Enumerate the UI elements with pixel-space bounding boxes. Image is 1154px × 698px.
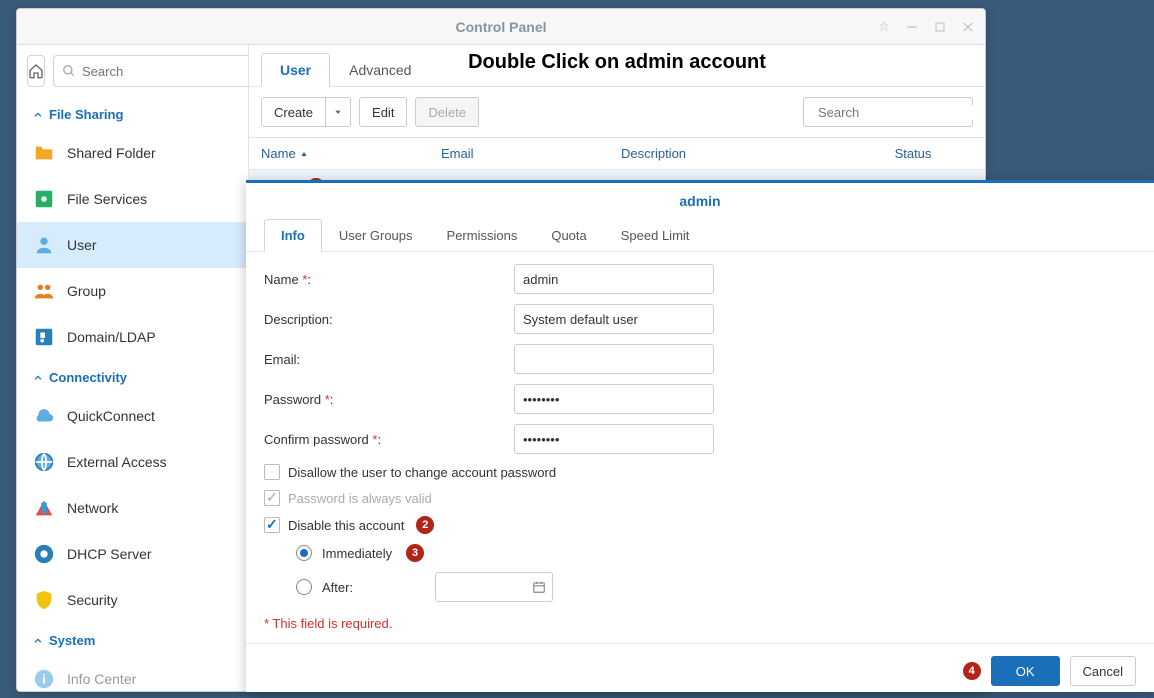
chevron-up-icon — [33, 110, 43, 120]
window-title: Control Panel — [455, 19, 546, 35]
search-icon — [62, 64, 76, 78]
globe-icon — [33, 451, 55, 473]
always-valid-label: Password is always valid — [288, 491, 432, 506]
section-file-sharing[interactable]: File Sharing — [17, 97, 248, 130]
user-icon — [33, 234, 55, 256]
info-icon: i — [33, 668, 55, 690]
user-edit-modal: admin Info User Groups Permissions Quota… — [246, 180, 1154, 692]
after-date-input[interactable] — [435, 572, 553, 602]
sidebar-item-dhcp[interactable]: DHCP Server — [17, 531, 248, 577]
table-header: Name Email Description Status — [249, 137, 985, 170]
toolbar: Create Edit Delete — [249, 87, 985, 137]
cancel-button[interactable]: Cancel — [1070, 656, 1136, 686]
desc-label: Description: — [264, 312, 514, 327]
tab-advanced[interactable]: Advanced — [330, 53, 430, 86]
always-valid-checkbox — [264, 490, 280, 506]
marker-3: 3 — [406, 544, 424, 562]
section-system[interactable]: System — [17, 623, 248, 656]
filter-search-input[interactable] — [818, 105, 986, 120]
network-icon — [33, 497, 55, 519]
svg-text:i: i — [42, 672, 46, 687]
services-icon — [33, 188, 55, 210]
disable-account-checkbox[interactable] — [264, 517, 280, 533]
disable-account-label: Disable this account — [288, 518, 404, 533]
sidebar-item-external-access[interactable]: External Access — [17, 439, 248, 485]
close-icon[interactable] — [959, 18, 977, 36]
radio-immediately-label: Immediately — [322, 546, 392, 561]
tab-speed-limit[interactable]: Speed Limit — [604, 219, 707, 251]
form: Name *: Description: Email: Password *: … — [246, 252, 1154, 643]
marker-4: 4 — [963, 662, 981, 680]
desc-input[interactable] — [514, 304, 714, 334]
confirm-label: Confirm password *: — [264, 432, 514, 447]
tab-quota[interactable]: Quota — [534, 219, 603, 251]
modal-tabs: Info User Groups Permissions Quota Speed… — [246, 215, 1154, 252]
column-description[interactable]: Description — [621, 146, 853, 161]
sidebar-search-input[interactable] — [82, 64, 249, 79]
sidebar-item-domain-ldap[interactable]: Domain/LDAP — [17, 314, 248, 360]
home-button[interactable] — [27, 55, 45, 87]
tab-user[interactable]: User — [261, 53, 330, 87]
sidebar-item-group[interactable]: Group — [17, 268, 248, 314]
radio-after[interactable] — [296, 579, 312, 595]
titlebar: Control Panel — [17, 9, 985, 45]
folder-icon — [33, 142, 55, 164]
radio-immediately[interactable] — [296, 545, 312, 561]
create-dropdown[interactable] — [326, 97, 351, 127]
sidebar-item-user[interactable]: User — [17, 222, 248, 268]
password-input[interactable] — [514, 384, 714, 414]
sidebar: File Sharing Shared Folder File Services… — [17, 45, 249, 691]
marker-2: 2 — [416, 516, 434, 534]
tab-user-groups[interactable]: User Groups — [322, 219, 430, 251]
chevron-up-icon — [33, 373, 43, 383]
pin-icon[interactable] — [875, 18, 893, 36]
filter-search[interactable] — [803, 97, 973, 127]
domain-icon — [33, 326, 55, 348]
sidebar-item-shared-folder[interactable]: Shared Folder — [17, 130, 248, 176]
chevron-up-icon — [33, 636, 43, 646]
column-status[interactable]: Status — [853, 146, 973, 161]
required-note: * This field is required. — [264, 616, 1136, 631]
dhcp-icon — [33, 543, 55, 565]
modal-title: admin — [246, 183, 1154, 215]
section-connectivity[interactable]: Connectivity — [17, 360, 248, 393]
maximize-icon[interactable] — [931, 18, 949, 36]
shield-icon — [33, 589, 55, 611]
minimize-icon[interactable] — [903, 18, 921, 36]
sidebar-item-file-services[interactable]: File Services — [17, 176, 248, 222]
disallow-label: Disallow the user to change account pass… — [288, 465, 556, 480]
radio-after-label: After: — [322, 580, 353, 595]
sidebar-search[interactable] — [53, 55, 249, 87]
instruction-overlay: Double Click on admin account — [468, 51, 766, 74]
name-input[interactable] — [514, 264, 714, 294]
sort-asc-icon — [300, 150, 308, 158]
create-button[interactable]: Create — [261, 97, 326, 127]
email-label: Email: — [264, 352, 514, 367]
chevron-down-icon — [334, 108, 342, 116]
delete-button: Delete — [415, 97, 479, 127]
sidebar-item-security[interactable]: Security — [17, 577, 248, 623]
name-label: Name *: — [264, 272, 514, 287]
confirm-input[interactable] — [514, 424, 714, 454]
sidebar-item-network[interactable]: Network — [17, 485, 248, 531]
sidebar-item-info-center[interactable]: i Info Center — [17, 656, 248, 691]
email-input[interactable] — [514, 344, 714, 374]
edit-button[interactable]: Edit — [359, 97, 407, 127]
sidebar-item-quickconnect[interactable]: QuickConnect — [17, 393, 248, 439]
disallow-checkbox[interactable] — [264, 464, 280, 480]
column-email[interactable]: Email — [441, 146, 621, 161]
tab-info[interactable]: Info — [264, 219, 322, 252]
tab-permissions[interactable]: Permissions — [430, 219, 535, 251]
modal-footer: 4 OK Cancel — [246, 643, 1154, 698]
cloud-icon — [33, 405, 55, 427]
ok-button[interactable]: OK — [991, 656, 1060, 686]
group-icon — [33, 280, 55, 302]
password-label: Password *: — [264, 392, 514, 407]
calendar-icon — [532, 580, 546, 594]
column-name[interactable]: Name — [261, 146, 441, 161]
